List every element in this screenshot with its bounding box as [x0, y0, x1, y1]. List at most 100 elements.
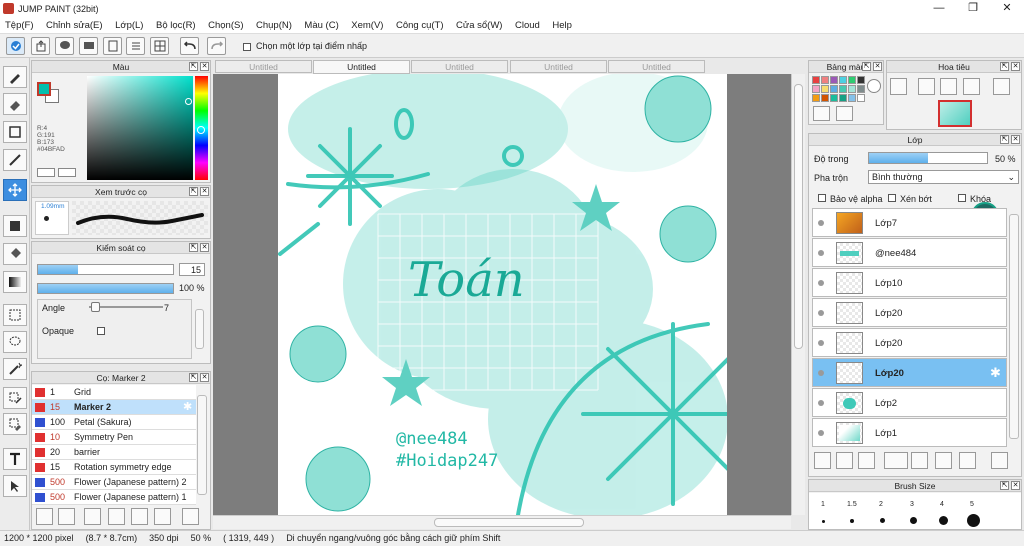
- brush-dot-3[interactable]: [880, 518, 885, 523]
- layer-merge-icon[interactable]: [858, 452, 875, 469]
- color-swatch[interactable]: [839, 85, 847, 93]
- brush-size-4[interactable]: 4: [940, 501, 944, 508]
- menu-file[interactable]: Tệp(F): [0, 17, 39, 34]
- layer-row[interactable]: Lớp1: [812, 418, 1007, 447]
- maximize-button[interactable]: ❐: [956, 0, 990, 17]
- menu-select[interactable]: Chọn(S): [203, 17, 248, 34]
- panel-close-icon[interactable]: ✕: [200, 187, 209, 196]
- brush-list-item[interactable]: 15 Marker 2 ✱: [32, 400, 196, 415]
- panel-close-icon[interactable]: ✕: [1011, 135, 1020, 144]
- layer-folder-icon[interactable]: [911, 452, 928, 469]
- brush-opacity-slider[interactable]: [37, 283, 174, 294]
- color-swatch[interactable]: [839, 76, 847, 84]
- clip-checkbox[interactable]: [888, 194, 896, 202]
- menu-layer[interactable]: Lớp(L): [110, 17, 148, 34]
- panel-float-icon[interactable]: ⇱: [1000, 135, 1009, 144]
- panel-float-icon[interactable]: ⇱: [189, 187, 198, 196]
- layer-add-menu-icon[interactable]: [884, 452, 908, 469]
- move-tool-icon[interactable]: [3, 179, 27, 201]
- fit-screen-icon[interactable]: [940, 78, 957, 95]
- brush-size-2[interactable]: 2: [879, 501, 883, 508]
- brush-list-item[interactable]: 20 barrier: [32, 445, 196, 460]
- menu-color[interactable]: Màu (C): [299, 17, 343, 34]
- menu-window[interactable]: Cửa sổ(W): [451, 17, 507, 34]
- panel-close-icon[interactable]: ✕: [200, 243, 209, 252]
- layer-mask-icon[interactable]: [959, 452, 976, 469]
- color-swatch[interactable]: [821, 85, 829, 93]
- menu-view[interactable]: Xem(V): [346, 17, 388, 34]
- canvas[interactable]: Toán @nee484 #Hoidap247: [278, 74, 727, 515]
- canvas-horizontal-scrollbar[interactable]: [213, 515, 791, 529]
- redo-icon[interactable]: [207, 37, 226, 55]
- page-icon[interactable]: [103, 37, 122, 55]
- visibility-icon[interactable]: [818, 430, 824, 436]
- panel-float-icon[interactable]: ⇱: [189, 243, 198, 252]
- vertical-scroll-thumb[interactable]: [794, 84, 803, 349]
- tab-document-1[interactable]: Untitled: [215, 60, 312, 73]
- rotate-icon[interactable]: [993, 78, 1010, 95]
- brush-list-item[interactable]: 100 Petal (Sakura): [32, 415, 196, 430]
- brush-control-scrollbar[interactable]: [195, 309, 204, 349]
- layer-delete-icon[interactable]: [991, 452, 1008, 469]
- horizontal-scroll-thumb[interactable]: [434, 518, 584, 527]
- tab-document-4[interactable]: Untitled: [510, 60, 607, 73]
- check-icon[interactable]: [6, 37, 25, 55]
- eraser-tool-icon[interactable]: [3, 93, 27, 115]
- layer-row[interactable]: @nee484: [812, 238, 1007, 267]
- panel-float-icon[interactable]: ⇱: [862, 62, 871, 71]
- fill-rect-tool-icon[interactable]: [3, 215, 27, 237]
- visibility-icon[interactable]: [818, 340, 824, 346]
- brush-list-item[interactable]: 1 Grid: [32, 385, 196, 400]
- color-swatch[interactable]: [830, 85, 838, 93]
- rectangle-tool-icon[interactable]: [3, 121, 27, 143]
- brush-delete-icon[interactable]: [182, 508, 199, 525]
- brush-list-item[interactable]: 10 Symmetry Pen: [32, 430, 196, 445]
- brush-size-1[interactable]: 1: [821, 501, 825, 508]
- color-swatch[interactable]: [857, 94, 865, 102]
- panel-close-icon[interactable]: ✕: [1011, 62, 1020, 71]
- brush-size-5[interactable]: 5: [970, 501, 974, 508]
- brush-size-input[interactable]: 15: [179, 263, 205, 276]
- canvas-vertical-scrollbar[interactable]: [791, 74, 805, 515]
- color-swatch[interactable]: [848, 85, 856, 93]
- protect-alpha-checkbox[interactable]: [818, 194, 826, 202]
- brush-dot-4[interactable]: [910, 517, 917, 524]
- layer-row[interactable]: Lớp20: [812, 328, 1007, 357]
- text-tool-icon[interactable]: [3, 448, 27, 470]
- brush-list-item[interactable]: 500 Flower (Japanese pattern) 1: [32, 490, 196, 505]
- menu-cloud[interactable]: Cloud: [510, 17, 545, 34]
- color-swatch[interactable]: [812, 94, 820, 102]
- operation-tool-icon[interactable]: [3, 475, 27, 497]
- color-swatch[interactable]: [848, 76, 856, 84]
- panel-close-icon[interactable]: ✕: [1011, 481, 1020, 490]
- brush-list-item[interactable]: 15 Rotation symmetry edge: [32, 460, 196, 475]
- blend-mode-select[interactable]: Bình thường ⌄: [868, 170, 1019, 184]
- color-swatch[interactable]: [812, 85, 820, 93]
- saturation-value-picker[interactable]: [87, 76, 193, 180]
- layer-row[interactable]: Lớp7: [812, 208, 1007, 237]
- panel-float-icon[interactable]: ⇱: [1000, 481, 1009, 490]
- bucket-tool-icon[interactable]: [3, 243, 27, 265]
- color-swatch[interactable]: [830, 76, 838, 84]
- layer-copy-icon[interactable]: [836, 452, 853, 469]
- menu-filter[interactable]: Bộ lọc(R): [151, 17, 201, 34]
- undo-icon[interactable]: [180, 37, 199, 55]
- color-dropper-icon[interactable]: [37, 168, 55, 177]
- swatch-grid[interactable]: [812, 76, 868, 102]
- color-swatch[interactable]: [839, 94, 847, 102]
- layer-row[interactable]: Lớp2: [812, 388, 1007, 417]
- rect-select-tool-icon[interactable]: [3, 304, 27, 326]
- lasso-tool-icon[interactable]: [3, 331, 27, 353]
- hue-slider[interactable]: [195, 76, 208, 180]
- line-tool-icon[interactable]: [3, 149, 27, 171]
- brush-size-3[interactable]: 3: [910, 501, 914, 508]
- export-icon[interactable]: [31, 37, 50, 55]
- gradient-tool-icon[interactable]: [3, 271, 27, 293]
- zoom-in-icon[interactable]: [918, 78, 935, 95]
- select-pen-tool-icon[interactable]: [3, 387, 27, 409]
- brush-tool-icon[interactable]: [3, 66, 27, 88]
- panel-close-icon[interactable]: ✕: [200, 373, 209, 382]
- brush-duplicate-icon[interactable]: [154, 508, 171, 525]
- angle-slider[interactable]: [89, 302, 163, 312]
- brush-list-scrollbar[interactable]: [197, 395, 207, 495]
